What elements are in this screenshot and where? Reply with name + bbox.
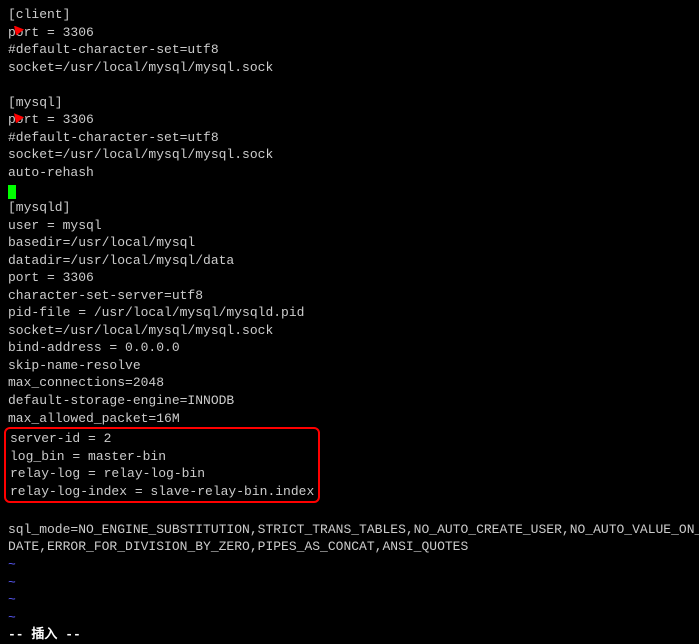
vim-status-insert: -- 插入 -- (8, 626, 691, 644)
mysql-autorehash: auto-rehash (8, 164, 691, 182)
client-header: [client] (8, 6, 691, 24)
vim-tilde: ~ (8, 556, 691, 574)
vim-tilde: ~ (8, 609, 691, 627)
relaylog-line: relay-log = relay-log-bin (10, 465, 314, 483)
mysql-socket: socket=/usr/local/mysql/mysql.sock (8, 146, 691, 164)
blank-line (8, 503, 691, 521)
logbin-line: log_bin = master-bin (10, 448, 314, 466)
vim-tilde: ~ (8, 591, 691, 609)
blank-line (8, 76, 691, 94)
mysqld-maxconn: max_connections=2048 (8, 374, 691, 392)
mysqld-socket: socket=/usr/local/mysql/mysql.sock (8, 322, 691, 340)
mysql-port: port = 3306 (8, 111, 94, 129)
vim-tilde: ~ (8, 574, 691, 592)
sqlmode-line1: sql_mode=NO_ENGINE_SUBSTITUTION,STRICT_T… (8, 521, 691, 539)
highlighted-replication-box: server-id = 2 log_bin = master-bin relay… (4, 427, 320, 503)
mysqld-port: port = 3306 (8, 269, 691, 287)
mysqld-datadir: datadir=/usr/local/mysql/data (8, 252, 691, 270)
mysqld-pidfile: pid-file = /usr/local/mysql/mysqld.pid (8, 304, 691, 322)
mysql-header: [mysql] (8, 94, 691, 112)
cursor-icon (8, 185, 16, 199)
sqlmode-line2: DATE,ERROR_FOR_DIVISION_BY_ZERO,PIPES_AS… (8, 538, 691, 556)
mysqld-skipname: skip-name-resolve (8, 357, 691, 375)
client-charset: #default-character-set=utf8 (8, 41, 691, 59)
mysqld-user: user = mysql (8, 217, 691, 235)
mysql-charset: #default-character-set=utf8 (8, 129, 691, 147)
mysqld-engine: default-storage-engine=INNODB (8, 392, 691, 410)
client-socket: socket=/usr/local/mysql/mysql.sock (8, 59, 691, 77)
cursor-line[interactable] (8, 181, 691, 199)
mysqld-charset: character-set-server=utf8 (8, 287, 691, 305)
mysqld-bindaddr: bind-address = 0.0.0.0 (8, 339, 691, 357)
mysqld-header: [mysqld] (8, 199, 691, 217)
mysqld-maxpacket: max_allowed_packet=16M (8, 410, 691, 428)
mysqld-basedir: basedir=/usr/local/mysql (8, 234, 691, 252)
client-port: port = 3306 (8, 24, 94, 42)
serverid-line: server-id = 2 (10, 430, 314, 448)
relayidx-line: relay-log-index = slave-relay-bin.index (10, 483, 314, 501)
